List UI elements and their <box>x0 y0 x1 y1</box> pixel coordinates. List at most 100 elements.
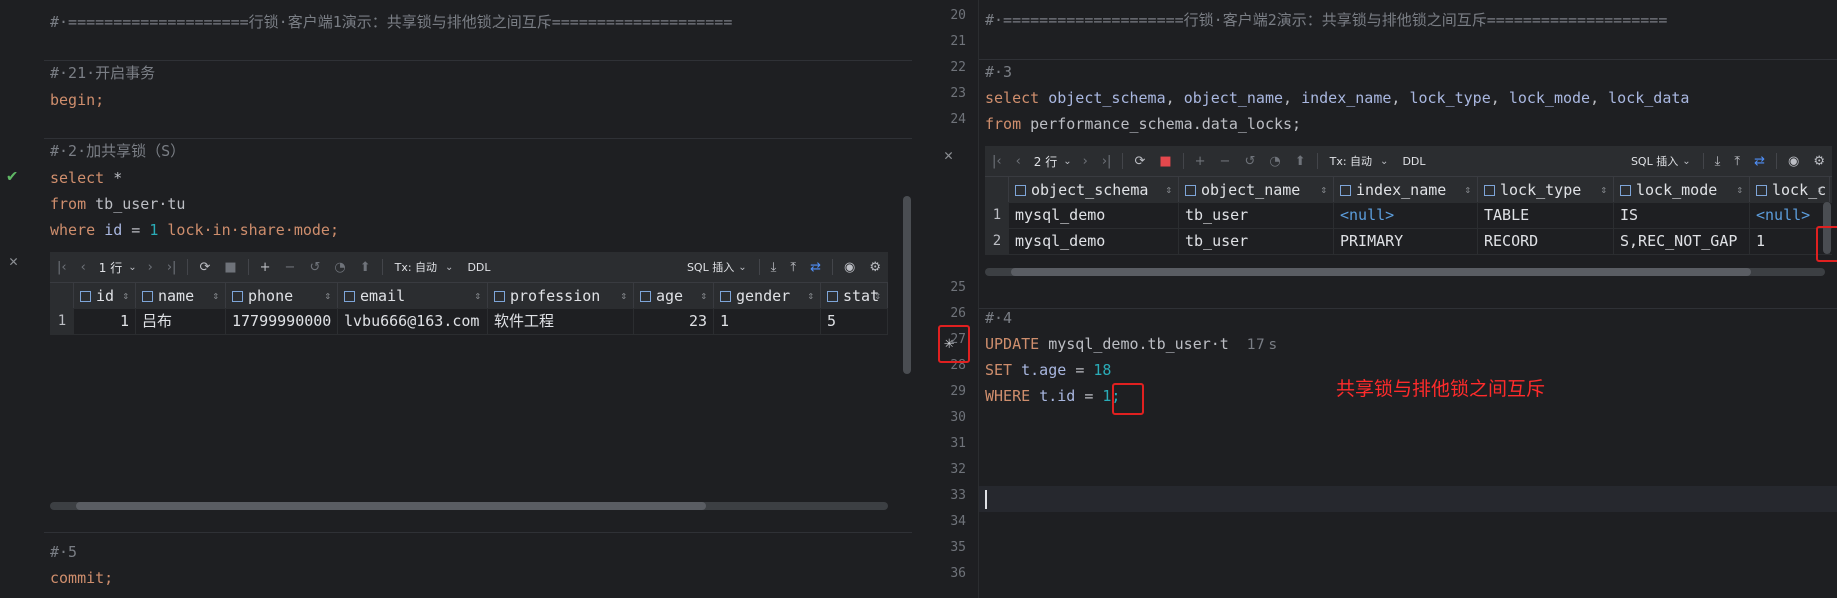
stop-icon[interactable]: ■ <box>1159 154 1171 169</box>
compare-icon[interactable]: ⇄ <box>810 260 821 275</box>
sort-icon[interactable]: ⇕ <box>1736 177 1743 203</box>
table-cell[interactable]: 软件工程 <box>488 308 634 334</box>
ddl-button[interactable]: DDL <box>1402 155 1425 168</box>
column-header[interactable]: phone ⇕ <box>226 283 338 309</box>
close-icon[interactable]: ✕ <box>944 146 953 164</box>
column-header[interactable]: gender ⇕ <box>714 283 821 309</box>
ddl-button[interactable]: DDL <box>467 261 490 274</box>
column-header[interactable]: age ⇕ <box>634 283 714 309</box>
chevron-down-icon[interactable]: ⌄ <box>128 262 136 273</box>
sort-icon[interactable]: ⇕ <box>700 283 707 309</box>
table-cell[interactable]: tb_user <box>1179 228 1334 254</box>
sort-icon[interactable]: ⇕ <box>122 283 129 309</box>
table-row[interactable]: 1 1 吕布 17799990000 lvbu666@163.com 软件工程 23 1 5 <box>50 308 888 335</box>
table-cell[interactable]: IS <box>1614 202 1750 228</box>
sort-icon[interactable]: ⇕ <box>1600 177 1607 203</box>
table-cell[interactable]: 23 <box>634 308 714 334</box>
refresh-icon[interactable]: ⟳ <box>1134 154 1145 169</box>
import-icon[interactable]: ⤒ <box>1734 154 1740 169</box>
table-cell[interactable]: RECORD <box>1478 228 1614 254</box>
eye-icon[interactable]: ◉ <box>844 260 855 275</box>
next-page-icon[interactable]: › <box>148 260 153 275</box>
prev-page-icon[interactable]: ‹ <box>81 260 86 275</box>
stop-icon[interactable]: ■ <box>224 260 236 275</box>
table-cell[interactable]: 1 <box>714 308 821 334</box>
scrollbar-thumb[interactable] <box>1011 268 1751 276</box>
table-cell[interactable]: <null> <box>1750 202 1830 228</box>
sort-icon[interactable]: ⇕ <box>212 283 219 309</box>
left-code-area[interactable]: #·====================行锁·客户端1演示：共享锁与排他锁之… <box>44 0 912 598</box>
column-header[interactable]: index_name ⇕ <box>1334 177 1478 203</box>
close-icon[interactable]: ✕ <box>9 252 18 270</box>
sort-icon[interactable]: ⇕ <box>474 283 481 309</box>
tx-mode[interactable]: Tx: 自动 <box>1330 153 1372 169</box>
table-cell[interactable]: PRIMARY <box>1334 228 1478 254</box>
submit-icon[interactable]: ⬆ <box>1295 154 1306 169</box>
remove-row-icon[interactable]: − <box>285 260 296 275</box>
sql-insert-selector[interactable]: SQL 插入 <box>687 259 734 275</box>
first-page-icon[interactable]: |‹ <box>57 260 67 275</box>
submit-icon[interactable]: ⬆ <box>360 260 371 275</box>
horizontal-scrollbar[interactable] <box>50 502 888 510</box>
table-cell[interactable]: lvbu666@163.com <box>338 308 488 334</box>
column-header[interactable]: name ⇕ <box>136 283 226 309</box>
right-code-area[interactable]: #·====================行锁·客户端2演示：共享锁与排他锁之… <box>978 0 1837 598</box>
preview-icon[interactable]: ◔ <box>334 260 345 275</box>
horizontal-scrollbar[interactable] <box>985 268 1825 276</box>
gear-icon[interactable]: ⚙ <box>869 260 881 275</box>
scrollbar-thumb[interactable] <box>76 502 706 510</box>
remove-row-icon[interactable]: − <box>1220 154 1231 169</box>
gear-icon[interactable]: ⚙ <box>1813 154 1825 169</box>
chevron-down-icon[interactable]: ⌄ <box>1682 156 1690 167</box>
add-row-icon[interactable]: + <box>260 260 271 275</box>
sort-icon[interactable]: ⇕ <box>874 283 881 309</box>
column-header[interactable]: id ⇕ <box>74 283 136 309</box>
table-cell[interactable]: 吕布 <box>136 308 226 334</box>
table-cell[interactable]: mysql_demo <box>1009 202 1179 228</box>
rows-count[interactable]: 2 行 <box>1034 153 1057 170</box>
last-page-icon[interactable]: ›| <box>167 260 177 275</box>
revert-icon[interactable]: ↺ <box>1244 154 1255 169</box>
table-cell[interactable]: 1 <box>74 308 136 334</box>
sort-icon[interactable]: ⇕ <box>324 283 331 309</box>
first-page-icon[interactable]: |‹ <box>992 154 1002 169</box>
vertical-scrollbar[interactable] <box>903 196 911 374</box>
rows-count[interactable]: 1 行 <box>99 259 122 276</box>
column-header[interactable]: lock_mode ⇕ <box>1614 177 1750 203</box>
next-page-icon[interactable]: › <box>1083 154 1088 169</box>
compare-icon[interactable]: ⇄ <box>1754 154 1765 169</box>
eye-icon[interactable]: ◉ <box>1788 154 1799 169</box>
last-page-icon[interactable]: ›| <box>1102 154 1112 169</box>
refresh-icon[interactable]: ⟳ <box>199 260 210 275</box>
column-header[interactable]: stat ⇕ <box>821 283 888 309</box>
sort-icon[interactable]: ⇕ <box>1464 177 1471 203</box>
table-cell[interactable]: 17799990000 <box>226 308 338 334</box>
column-header[interactable]: lock_type ⇕ <box>1478 177 1614 203</box>
prev-page-icon[interactable]: ‹ <box>1016 154 1021 169</box>
revert-icon[interactable]: ↺ <box>309 260 320 275</box>
add-row-icon[interactable]: + <box>1195 154 1206 169</box>
column-header[interactable]: lock_c ⇕ <box>1750 177 1830 203</box>
table-row[interactable]: 2 mysql_demo tb_user PRIMARY RECORD S,REC_NOT… <box>985 228 1832 255</box>
import-icon[interactable]: ⤒ <box>790 260 796 275</box>
chevron-down-icon[interactable]: ⌄ <box>1063 156 1071 167</box>
export-icon[interactable]: ⤓ <box>771 260 777 275</box>
sort-icon[interactable]: ⇕ <box>1816 177 1823 203</box>
column-header[interactable]: object_name ⇕ <box>1179 177 1334 203</box>
sort-icon[interactable]: ⇕ <box>1165 177 1172 203</box>
chevron-down-icon[interactable]: ⌄ <box>738 262 746 273</box>
table-cell[interactable]: 5 <box>821 308 888 334</box>
chevron-down-icon[interactable]: ⌄ <box>1380 156 1388 167</box>
table-cell[interactable]: tb_user <box>1179 202 1334 228</box>
sql-insert-selector[interactable]: SQL 插入 <box>1631 153 1678 169</box>
table-cell[interactable]: mysql_demo <box>1009 228 1179 254</box>
table-cell[interactable]: S,REC_NOT_GAP <box>1614 228 1750 254</box>
chevron-down-icon[interactable]: ⌄ <box>445 262 453 273</box>
table-cell[interactable]: <null> <box>1334 202 1478 228</box>
column-header[interactable]: object_schema ⇕ <box>1009 177 1179 203</box>
export-icon[interactable]: ⤓ <box>1715 154 1721 169</box>
sort-icon[interactable]: ⇕ <box>1320 177 1327 203</box>
sort-icon[interactable]: ⇕ <box>807 283 814 309</box>
tx-mode[interactable]: Tx: 自动 <box>395 259 437 275</box>
table-row[interactable]: 1 mysql_demo tb_user <null> TABLE IS <null> <box>985 202 1832 229</box>
